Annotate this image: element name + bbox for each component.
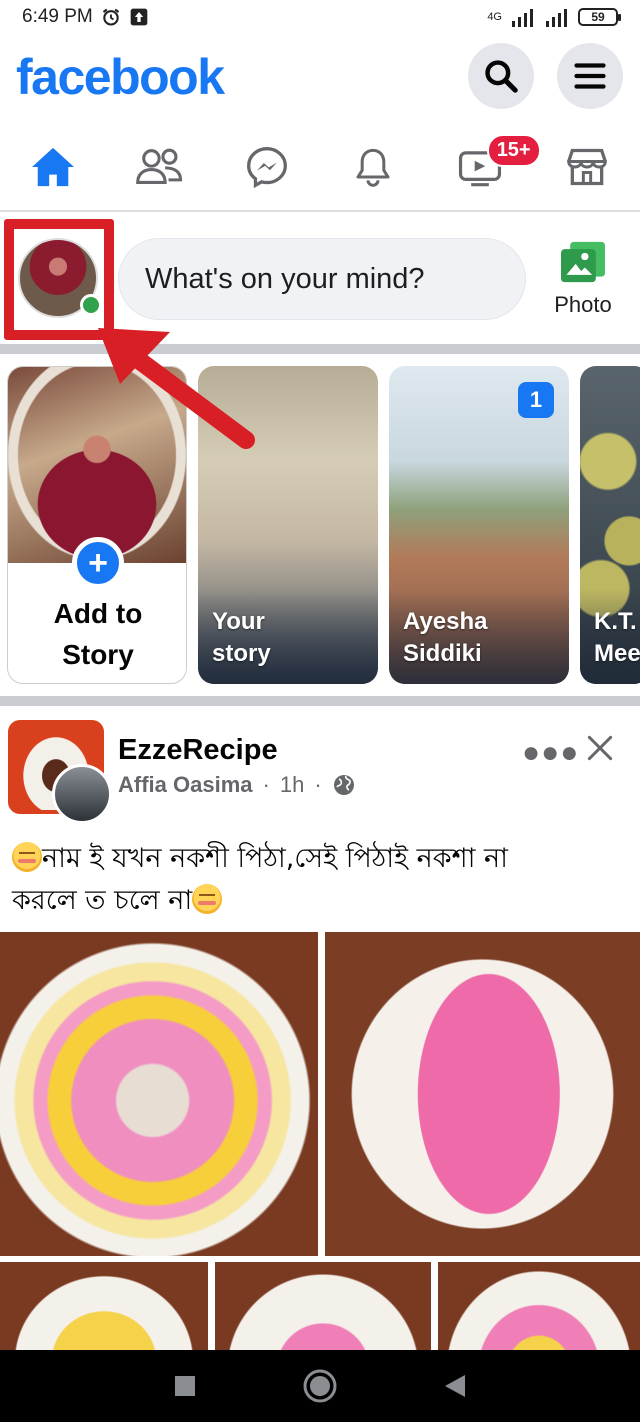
photo-label: Photo [554, 292, 612, 317]
upload-notification-icon [130, 8, 148, 26]
bell-icon [356, 148, 390, 187]
story-card-kt[interactable]: K.T. Mee [580, 366, 640, 684]
network-type: 4G [487, 11, 502, 23]
post-composer: What's on your mind? Photo [0, 214, 640, 344]
annotation-highlight-box [4, 219, 114, 340]
menu-icon [574, 63, 606, 89]
meta-dot: · [314, 772, 322, 797]
battery-icon: 59 [578, 8, 621, 26]
back-icon[interactable] [443, 1373, 467, 1399]
recents-icon[interactable] [173, 1374, 197, 1398]
status-bar: 6:49 PM 4G 59 [0, 0, 640, 34]
page-name[interactable]: EzzeRecipe [118, 734, 278, 767]
marketplace-icon [566, 148, 607, 186]
facebook-logo: facebook [16, 49, 225, 105]
tab-notifications[interactable] [320, 124, 427, 210]
main-nav: 15+ [0, 124, 640, 212]
photo-icon [561, 241, 605, 283]
whats-on-your-mind-input[interactable]: What's on your mind? [118, 238, 526, 320]
search-icon [485, 60, 518, 93]
author-avatar[interactable] [52, 764, 112, 824]
post-photo-5[interactable] [438, 1262, 640, 1352]
more-options-button[interactable]: ●●● [522, 736, 579, 770]
app-header: facebook [0, 36, 640, 120]
tab-watch[interactable]: 15+ [427, 124, 541, 210]
globe-icon [333, 775, 354, 795]
status-time: 6:49 PM [22, 6, 93, 27]
friends-icon [136, 148, 183, 184]
post-photo-2[interactable] [325, 932, 640, 1256]
signal-2-icon [546, 9, 567, 27]
story-profile-photo [8, 367, 186, 563]
home-icon [32, 147, 75, 187]
post-text: নাম ই যখন নকশী পিঠা,সেই পিঠাই নকশা না কর… [12, 842, 509, 916]
story-count-badge: 1 [518, 382, 554, 418]
story-name: K.T. Mee [594, 608, 640, 667]
plus-icon: + [72, 537, 124, 589]
story-name: Your story [212, 608, 271, 667]
section-divider [0, 344, 640, 354]
stories-tray: + Add to Story Your story 1 Ayesha Siddi… [0, 358, 640, 690]
tab-messenger[interactable] [213, 124, 320, 210]
smiling-face-emoji [12, 842, 42, 872]
smiling-face-emoji [192, 884, 223, 914]
story-card-your-story[interactable]: Your story [198, 366, 378, 684]
story-card-ayesha-siddiki[interactable]: 1 Ayesha Siddiki [389, 366, 569, 684]
android-nav-bar [0, 1350, 640, 1422]
menu-button[interactable] [557, 43, 623, 109]
tab-marketplace[interactable] [533, 124, 640, 210]
search-button[interactable] [468, 43, 534, 109]
section-divider [0, 696, 640, 706]
post-photo-1[interactable] [0, 932, 318, 1256]
post-author[interactable]: Affia Oasima [118, 772, 253, 798]
add-to-story-card[interactable]: + Add to Story [7, 366, 187, 684]
photo-button[interactable]: Photo [546, 240, 620, 328]
post-photo-4[interactable] [215, 1262, 431, 1352]
alarm-icon [102, 8, 119, 26]
signal-icon [512, 9, 533, 27]
meta-dot: · [262, 772, 270, 797]
post-meta: Affia Oasima · 1h · [118, 772, 356, 798]
post-time[interactable]: 1h [280, 772, 304, 798]
close-icon[interactable] [584, 732, 616, 764]
add-to-story-label: Add to Story [53, 598, 143, 670]
post-photo-3[interactable] [0, 1262, 208, 1352]
home-button-icon[interactable] [302, 1368, 338, 1404]
feed-post: EzzeRecipe Affia Oasima · 1h · ●●● নাম ই… [0, 706, 640, 1352]
story-name: Ayesha Siddiki [403, 608, 488, 667]
tab-home[interactable] [0, 124, 107, 210]
messenger-icon [246, 147, 287, 189]
tab-friends[interactable] [107, 124, 214, 210]
